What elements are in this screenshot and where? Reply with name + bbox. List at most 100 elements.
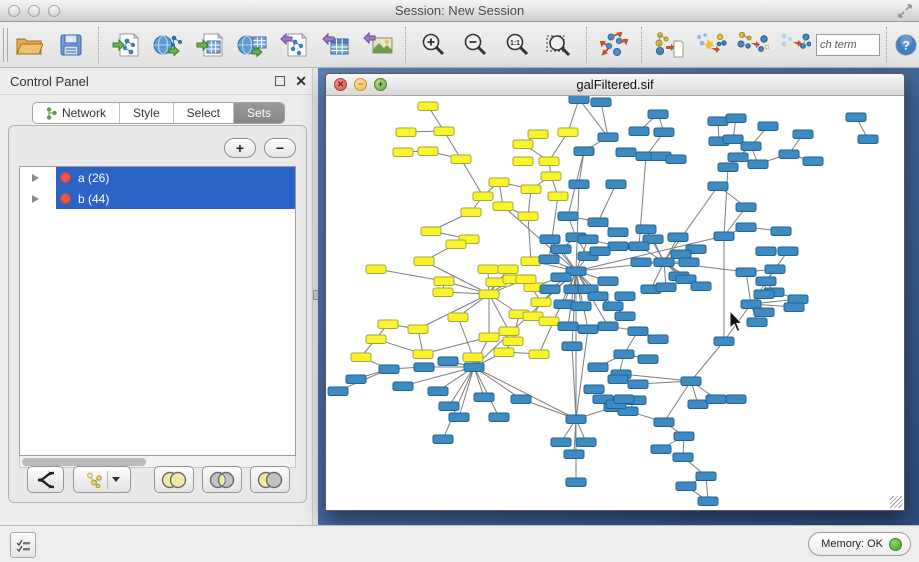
zoom-in-button[interactable] xyxy=(412,26,454,64)
toolbar-separator xyxy=(405,27,406,63)
graph-node-blue xyxy=(671,250,691,259)
graph-node-blue xyxy=(754,290,774,299)
task-monitor-button[interactable] xyxy=(10,532,36,558)
export-image-button[interactable] xyxy=(357,26,399,64)
tab-style-label: Style xyxy=(133,106,160,120)
merge-networks-intersection-button[interactable] xyxy=(732,26,774,64)
export-table-button[interactable] xyxy=(315,26,357,64)
graph-node-blue xyxy=(628,327,648,336)
graph-node-yellow xyxy=(433,288,453,297)
remove-set-button[interactable]: − xyxy=(264,138,296,158)
open-session-button[interactable] xyxy=(8,26,50,64)
network-view-window[interactable]: ✕ − + galFiltered.sif xyxy=(325,73,905,511)
graph-node-blue xyxy=(598,277,618,286)
graph-node-blue xyxy=(779,150,799,159)
merge-networks-union-button[interactable] xyxy=(690,26,732,64)
graph-node-blue xyxy=(566,478,586,487)
network-window-titlebar[interactable]: ✕ − + galFiltered.sif xyxy=(326,74,904,96)
graph-node-blue xyxy=(654,128,674,137)
graph-node-yellow xyxy=(531,298,551,307)
graph-node-yellow xyxy=(461,208,481,217)
graph-node-blue xyxy=(674,432,694,441)
scrollbar-thumb[interactable] xyxy=(22,458,146,466)
graph-node-blue xyxy=(551,438,571,447)
tab-sets[interactable]: Sets xyxy=(234,103,284,123)
set-difference-button[interactable] xyxy=(250,466,290,493)
merge-networks-union-icon xyxy=(695,31,727,59)
float-panel-icon[interactable] xyxy=(275,76,285,86)
graph-node-blue xyxy=(511,395,531,404)
expander-icon[interactable] xyxy=(32,174,39,182)
merge-networks-difference-button[interactable] xyxy=(774,26,816,64)
export-network-icon xyxy=(280,32,308,58)
memory-status-button[interactable]: Memory: OK xyxy=(808,532,911,556)
resize-grip[interactable] xyxy=(890,496,902,508)
status-bar: Memory: OK xyxy=(0,525,919,562)
import-table-web-button[interactable] xyxy=(231,26,273,64)
network-canvas[interactable] xyxy=(326,96,904,510)
network-view-title: galFiltered.sif xyxy=(326,77,904,92)
network-graph[interactable] xyxy=(326,96,904,510)
apply-layout-button[interactable] xyxy=(593,26,635,64)
split-set-button[interactable] xyxy=(27,466,64,493)
yellow-network-icon xyxy=(85,472,103,488)
graph-node-blue xyxy=(629,127,649,136)
set-union-button[interactable] xyxy=(154,466,194,493)
graph-node-blue xyxy=(636,225,656,234)
create-set-from-network-button[interactable] xyxy=(73,466,131,493)
tab-select[interactable]: Select xyxy=(174,103,234,123)
graph-node-blue xyxy=(379,365,399,374)
import-table-file-button[interactable] xyxy=(189,26,231,64)
control-panel-title: Control Panel xyxy=(10,74,89,89)
graph-node-blue xyxy=(736,268,756,277)
graph-node-blue xyxy=(736,203,756,212)
zoom-actual-size-button[interactable]: 1:1 xyxy=(496,26,538,64)
graph-node-blue xyxy=(631,258,651,267)
tab-style[interactable]: Style xyxy=(120,103,174,123)
save-session-button[interactable] xyxy=(50,26,92,64)
export-network-button[interactable] xyxy=(273,26,315,64)
graph-node-blue xyxy=(736,223,756,232)
set-intersection-button[interactable] xyxy=(202,466,242,493)
graph-node-blue xyxy=(648,335,668,344)
merge-networks-file-button[interactable] xyxy=(648,26,690,64)
help-button[interactable]: ? xyxy=(893,26,919,64)
graph-node-yellow xyxy=(539,157,559,166)
dropdown-caret-icon[interactable] xyxy=(112,477,120,482)
graph-node-blue xyxy=(706,395,726,404)
graph-node-blue xyxy=(539,255,559,264)
import-network-web-button[interactable] xyxy=(147,26,189,64)
graph-node-yellow xyxy=(366,265,386,274)
close-panel-icon[interactable]: ✕ xyxy=(295,76,307,86)
graph-node-blue xyxy=(726,114,746,123)
graph-node-yellow xyxy=(521,185,541,194)
save-floppy-icon xyxy=(59,33,83,57)
list-item-set-a[interactable]: a (26) xyxy=(20,167,295,188)
graph-node-blue xyxy=(606,180,626,189)
graph-node-blue xyxy=(346,375,366,384)
graph-node-blue xyxy=(608,228,628,237)
fullscreen-icon[interactable] xyxy=(897,3,913,19)
graph-node-yellow xyxy=(473,192,493,201)
list-item-set-b[interactable]: b (44) xyxy=(20,188,295,209)
graph-node-blue xyxy=(576,438,596,447)
toolbar-separator xyxy=(586,27,587,63)
expander-icon[interactable] xyxy=(32,195,39,203)
sets-list: a (26) b (44) xyxy=(19,166,296,456)
zoom-out-button[interactable] xyxy=(454,26,496,64)
graph-node-blue xyxy=(608,242,628,251)
graph-node-yellow xyxy=(351,353,371,362)
toolbar-separator xyxy=(641,27,642,63)
venn-intersection-icon xyxy=(208,471,236,489)
graph-node-blue xyxy=(558,322,578,331)
svg-text:1:1: 1:1 xyxy=(510,40,520,47)
graph-node-blue xyxy=(569,180,589,189)
zoom-fit-button[interactable] xyxy=(538,26,580,64)
import-network-file-button[interactable] xyxy=(105,26,147,64)
graph-node-blue xyxy=(708,182,728,191)
tab-network[interactable]: Network xyxy=(33,103,120,123)
graph-node-blue xyxy=(654,418,674,427)
search-input[interactable] xyxy=(816,34,880,56)
add-set-button[interactable]: + xyxy=(224,138,256,158)
graph-node-yellow xyxy=(434,127,454,136)
